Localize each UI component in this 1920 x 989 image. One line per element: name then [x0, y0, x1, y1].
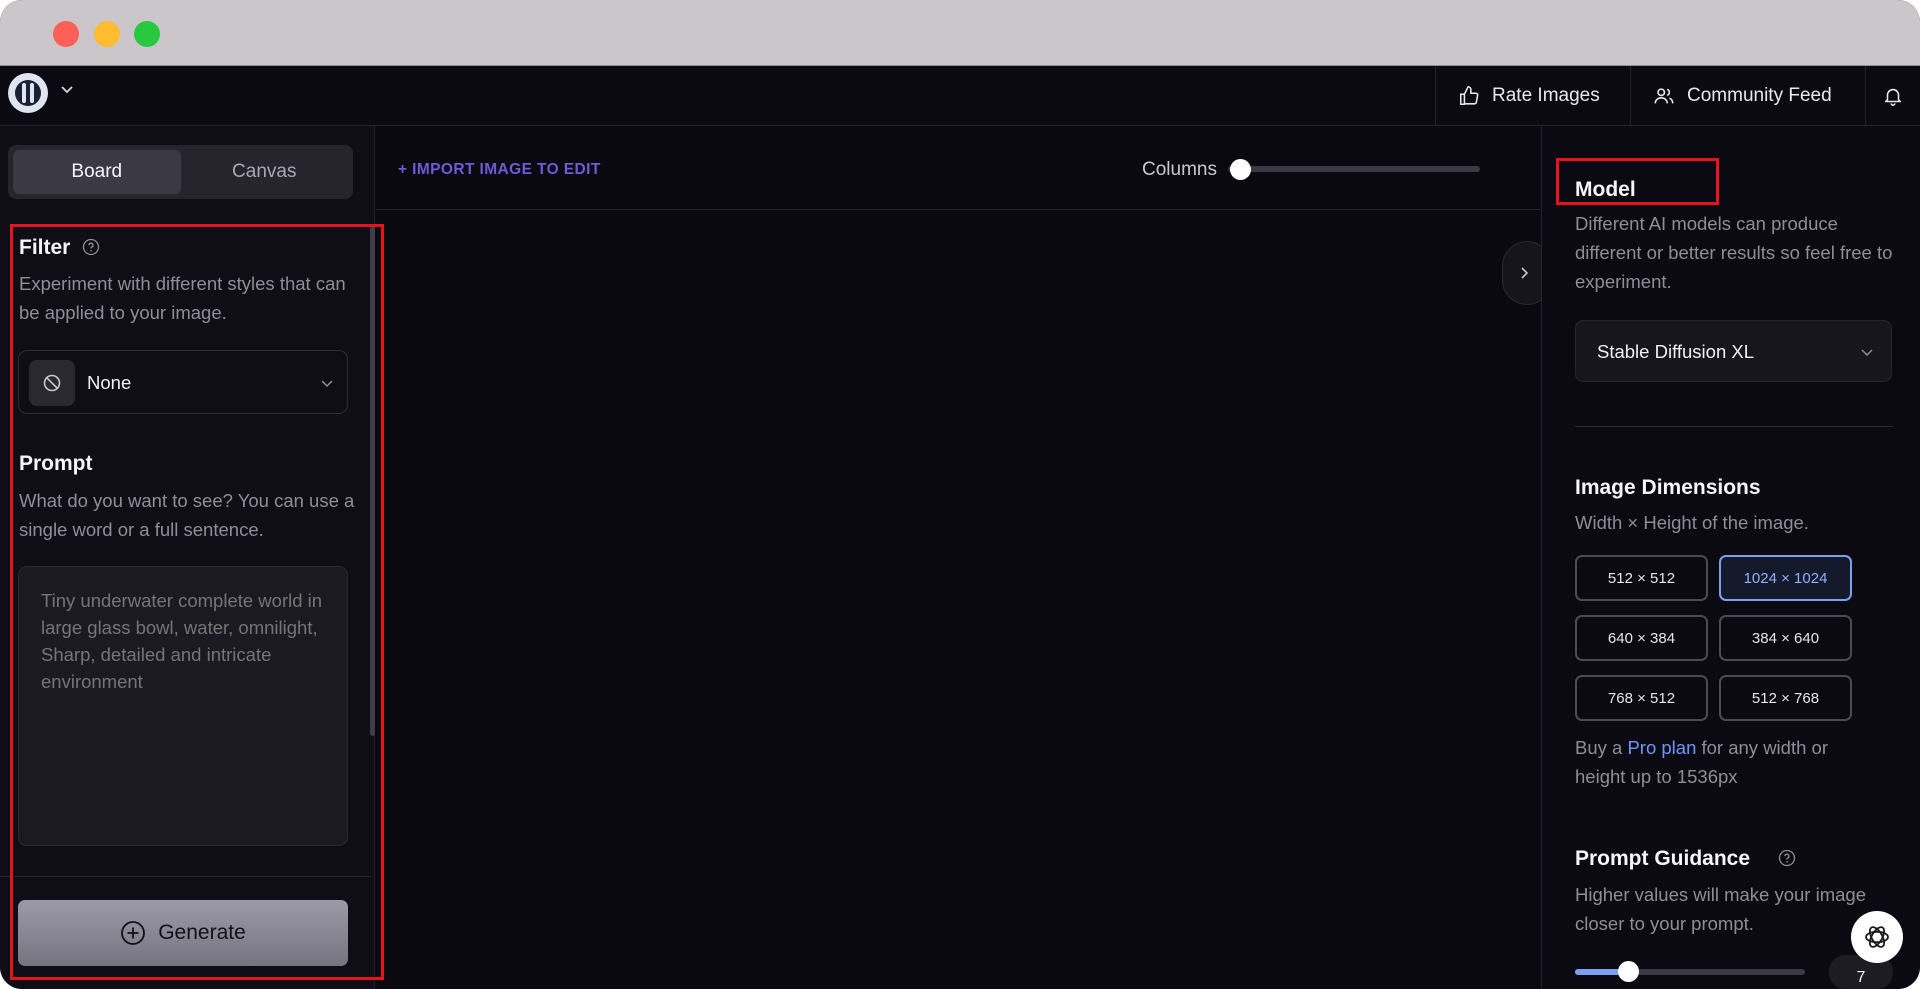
- divider: [376, 209, 1540, 210]
- highlight-left-panel-box: [10, 224, 384, 980]
- rate-images-label: Rate Images: [1492, 85, 1600, 106]
- chevron-down-icon: [1861, 349, 1873, 357]
- highlight-model-box: [1556, 158, 1719, 205]
- app-header: Rate Images Community Feed: [0, 66, 1920, 126]
- openai-icon: [1865, 926, 1889, 948]
- window-titlebar: [0, 0, 1920, 66]
- thumbs-up-icon: [1459, 86, 1479, 106]
- close-window-button[interactable]: [53, 21, 79, 47]
- view-toggle: Board Canvas: [8, 145, 353, 199]
- columns-slider-thumb[interactable]: [1230, 159, 1251, 180]
- users-icon: [1654, 88, 1674, 104]
- app-window: Rate Images Community Feed Board Canvas …: [0, 0, 1920, 989]
- import-image-link[interactable]: + IMPORT IMAGE TO EDIT: [398, 161, 601, 179]
- model-selected-value: Stable Diffusion XL: [1597, 341, 1755, 362]
- help-icon[interactable]: [1778, 849, 1796, 867]
- model-description: Different AI models can produce differen…: [1575, 213, 1893, 292]
- guidance-slider-thumb[interactable]: [1618, 961, 1639, 982]
- board-workspace: + IMPORT IMAGE TO EDIT Columns: [376, 126, 1552, 989]
- tab-board[interactable]: Board: [13, 150, 181, 194]
- chevron-down-icon[interactable]: [60, 82, 74, 96]
- app-logo-icon[interactable]: [8, 73, 48, 113]
- guidance-title: Prompt Guidance: [1575, 847, 1751, 870]
- right-panel: Model Different AI models can produce di…: [1541, 126, 1920, 989]
- minimize-window-button[interactable]: [94, 21, 120, 47]
- divider: [1575, 426, 1893, 427]
- dimensions-description: Width × Height of the image.: [1575, 512, 1809, 533]
- chevron-right-icon: [1521, 267, 1529, 279]
- dimension-option-384x640[interactable]: 384 × 640: [1719, 615, 1852, 661]
- columns-label: Columns: [1142, 159, 1217, 180]
- dimensions-title: Image Dimensions: [1575, 476, 1761, 499]
- pro-plan-note: Buy a Pro plan for any width or height u…: [1575, 733, 1875, 791]
- model-select[interactable]: Stable Diffusion XL: [1575, 320, 1892, 382]
- pro-note-prefix: Buy a: [1575, 737, 1628, 758]
- rate-images-button[interactable]: Rate Images: [1435, 66, 1630, 126]
- notifications-button[interactable]: [1865, 66, 1920, 126]
- bell-icon: [1884, 88, 1902, 106]
- dimension-option-640x384[interactable]: 640 × 384: [1575, 615, 1708, 661]
- pro-plan-link[interactable]: Pro plan: [1627, 737, 1696, 758]
- maximize-window-button[interactable]: [134, 21, 160, 47]
- tab-canvas[interactable]: Canvas: [181, 150, 349, 194]
- dimension-option-512x512[interactable]: 512 × 512: [1575, 555, 1708, 601]
- chatgpt-assistant-button[interactable]: [1851, 911, 1903, 963]
- dimension-option-512x768[interactable]: 512 × 768: [1719, 675, 1852, 721]
- columns-slider-track[interactable]: [1228, 166, 1480, 172]
- dimension-option-768x512[interactable]: 768 × 512: [1575, 675, 1708, 721]
- dimension-option-1024x1024[interactable]: 1024 × 1024: [1719, 555, 1852, 601]
- community-feed-button[interactable]: Community Feed: [1630, 66, 1865, 126]
- community-feed-label: Community Feed: [1687, 85, 1832, 106]
